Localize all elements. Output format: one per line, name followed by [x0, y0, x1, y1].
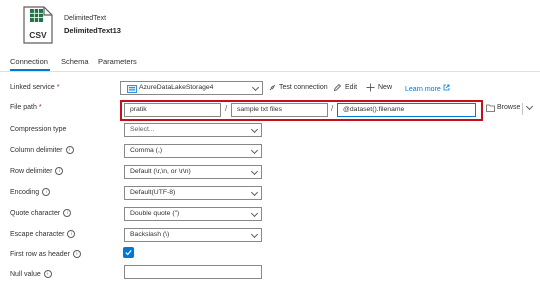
csv-file-icon: CSV	[22, 6, 54, 44]
learn-more-link[interactable]: Learn more	[405, 84, 450, 93]
compression-type-value: Select...	[130, 126, 155, 133]
csv-icon-text: CSV	[29, 30, 47, 40]
container-input[interactable]: pratik	[124, 103, 221, 117]
compression-type-label: Compression type	[10, 126, 67, 133]
external-link-icon	[443, 84, 450, 91]
dataset-name: DelimitedText13	[64, 26, 121, 35]
required-marker: *	[38, 104, 42, 111]
storage-icon	[127, 85, 137, 93]
path-separator: /	[331, 104, 334, 113]
plus-icon	[366, 83, 375, 92]
escape-character-select[interactable]: Backslash (\)	[124, 228, 262, 242]
info-icon[interactable]: i	[42, 188, 51, 196]
row-delimiter-label: Row delimiter i	[10, 167, 64, 175]
escape-character-label: Escape character i	[10, 230, 76, 238]
checkmark-icon	[125, 250, 132, 256]
info-icon[interactable]: i	[72, 250, 81, 258]
chevron-down-icon	[250, 209, 259, 218]
escape-character-value: Backslash (\)	[130, 231, 170, 238]
plug-icon	[269, 84, 276, 91]
info-icon[interactable]: i	[63, 209, 72, 217]
more-options-chevron-icon[interactable]	[525, 102, 534, 111]
column-delimiter-label: Column delimiter i	[10, 146, 74, 154]
info-icon[interactable]: i	[43, 270, 52, 278]
null-value-label-text: Null value	[10, 271, 41, 278]
toolbar-divider	[522, 103, 523, 115]
linked-service-label: Linked service *	[10, 84, 59, 91]
first-row-header-label-text: First row as header	[10, 251, 70, 258]
browse-label: Browse	[497, 104, 521, 111]
quote-character-label: Quote character i	[10, 209, 72, 217]
chevron-down-icon	[250, 146, 259, 155]
chevron-down-icon	[250, 167, 259, 176]
chevron-down-icon	[250, 230, 259, 239]
column-delimiter-value: Comma (,)	[130, 147, 163, 154]
first-row-header-checkbox[interactable]	[123, 247, 134, 258]
row-delimiter-label-text: Row delimiter	[10, 168, 53, 175]
quote-character-value: Double quote (")	[130, 210, 180, 217]
tab-parameters[interactable]: Parameters	[98, 57, 137, 66]
linked-service-label-text: Linked service	[10, 84, 55, 91]
encoding-label: Encoding i	[10, 188, 51, 196]
linked-service-value: AzureDataLakeStorage4	[139, 84, 214, 91]
info-icon[interactable]: i	[55, 167, 64, 175]
pencil-icon	[333, 83, 342, 92]
linked-service-select[interactable]: AzureDataLakeStorage4	[120, 81, 263, 95]
chevron-down-icon	[251, 83, 260, 92]
tab-schema[interactable]: Schema	[61, 57, 89, 66]
folder-icon	[486, 104, 495, 112]
quote-character-select[interactable]: Double quote (")	[124, 207, 262, 221]
edit-label: Edit	[345, 84, 358, 91]
encoding-value: Default(UTF-8)	[130, 189, 176, 196]
quote-character-label-text: Quote character	[10, 210, 61, 217]
filename-input[interactable]: @dataset().filename	[337, 103, 476, 117]
column-delimiter-select[interactable]: Comma (,)	[124, 144, 262, 158]
encoding-label-text: Encoding	[10, 189, 40, 196]
escape-character-label-text: Escape character	[10, 231, 65, 238]
new-label: New	[378, 84, 393, 91]
column-delimiter-label-text: Column delimiter	[10, 147, 63, 154]
path-separator: /	[225, 104, 228, 113]
null-value-label: Null value i	[10, 270, 52, 278]
chevron-down-icon	[250, 188, 259, 197]
test-connection-label: Test connection	[279, 84, 328, 91]
required-marker: *	[56, 84, 60, 91]
learn-more-label: Learn more	[405, 86, 441, 93]
dataset-type: DelimitedText	[64, 15, 107, 22]
row-delimiter-value: Default (\r,\n, or \r\n)	[130, 168, 191, 175]
tab-connection[interactable]: Connection	[10, 57, 48, 66]
directory-input[interactable]: sample txt files	[231, 103, 328, 117]
encoding-select[interactable]: Default(UTF-8)	[124, 186, 262, 200]
info-icon[interactable]: i	[67, 230, 76, 238]
row-delimiter-select[interactable]: Default (\r,\n, or \r\n)	[124, 165, 262, 179]
compression-type-select[interactable]: Select...	[124, 123, 262, 137]
null-value-input[interactable]	[124, 265, 262, 279]
chevron-down-icon	[250, 125, 259, 134]
info-icon[interactable]: i	[65, 146, 74, 154]
tab-divider	[0, 71, 540, 72]
file-path-label: File path *	[10, 104, 42, 111]
first-row-header-label: First row as header i	[10, 250, 81, 258]
file-path-label-text: File path	[10, 104, 37, 111]
